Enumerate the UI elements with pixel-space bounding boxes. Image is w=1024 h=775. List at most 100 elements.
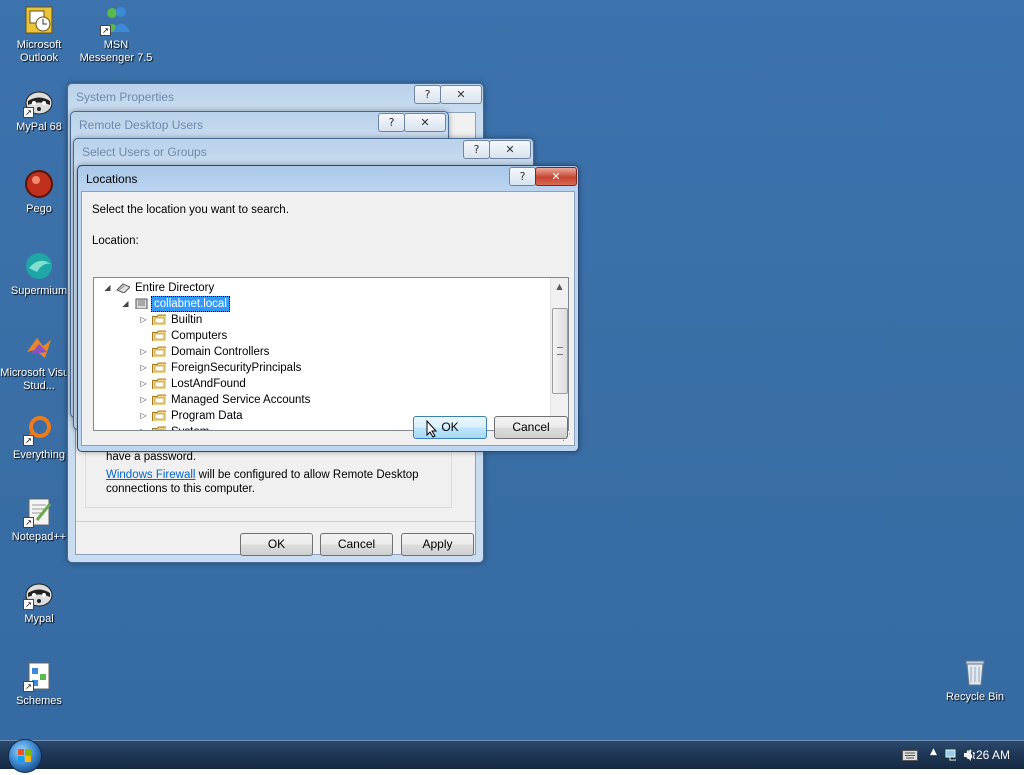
- desktop-icon-msn-messenger[interactable]: ↗ MSN Messenger 7.5: [77, 4, 155, 65]
- shortcut-arrow-icon: ↗: [100, 25, 111, 36]
- shortcut-arrow-icon: ↗: [23, 681, 34, 692]
- windows-firewall-link[interactable]: Windows Firewall: [106, 469, 195, 481]
- domain-icon: [135, 298, 148, 309]
- desktop-icon-outlook[interactable]: Microsoft Outlook: [0, 4, 78, 65]
- locations-titlebar[interactable]: Locations ? ✕: [78, 166, 578, 192]
- folder-icon: [152, 378, 166, 389]
- mypal-icon: ↗: [23, 86, 55, 118]
- tree-item-label: LostAndFound: [171, 378, 246, 390]
- collapse-arrow-icon[interactable]: ◢: [103, 280, 112, 296]
- notepad-plus-plus-icon: ↗: [23, 496, 55, 528]
- clock[interactable]: 5:26 AM: [966, 748, 1010, 762]
- tree-item[interactable]: Computers: [94, 328, 549, 344]
- pego-icon: [23, 168, 55, 200]
- system-properties-titlebar[interactable]: System Properties ? ✕: [68, 84, 483, 110]
- tree-item-label: Entire Directory: [135, 282, 215, 294]
- tree-item-label: Builtin: [171, 314, 203, 326]
- folder-icon: [152, 362, 166, 373]
- expand-arrow-icon[interactable]: ▷: [139, 424, 148, 430]
- system-properties-cancel-button[interactable]: Cancel: [320, 533, 393, 556]
- supermium-icon: [23, 250, 55, 282]
- windows-logo-icon: [18, 749, 31, 762]
- shortcut-arrow-icon: ↗: [23, 107, 34, 118]
- expand-arrow-icon[interactable]: ▷: [139, 376, 148, 392]
- locations-client: Select the location you want to search. …: [81, 191, 575, 446]
- grip-icon: [557, 347, 563, 355]
- window-title: Locations: [86, 172, 138, 186]
- tree-item-label: Managed Service Accounts: [171, 394, 311, 406]
- window-title: Select Users or Groups: [82, 145, 207, 159]
- remote-desktop-users-titlebar[interactable]: Remote Desktop Users ? ✕: [71, 112, 448, 138]
- expand-arrow-icon[interactable]: ▷: [139, 360, 148, 376]
- folder-icon: [152, 410, 166, 421]
- window-title: Remote Desktop Users: [79, 118, 204, 132]
- everything-icon: ↗: [23, 414, 55, 446]
- location-tree[interactable]: ◢ Entire Directory ◢ collabnet.local ▷ Builti…: [93, 277, 569, 431]
- tree-item[interactable]: ▷ LostAndFound: [94, 376, 549, 392]
- collapse-arrow-icon[interactable]: ◢: [121, 296, 130, 312]
- expand-arrow-icon[interactable]: ▷: [139, 344, 148, 360]
- show-hidden-icons-chevron[interactable]: ▲: [930, 747, 937, 757]
- folder-icon: [152, 426, 166, 430]
- shortcut-arrow-icon: ↗: [23, 599, 34, 610]
- help-button[interactable]: ?: [414, 85, 441, 104]
- notification-area: ▲ 5:26 AM: [874, 741, 1024, 769]
- close-button[interactable]: ✕: [535, 167, 577, 186]
- tree-vertical-scrollbar[interactable]: ▲ ▼: [550, 278, 568, 430]
- close-button[interactable]: ✕: [440, 85, 482, 104]
- desktop: Microsoft Outlook ↗ MSN Messenger 7.5 ↗ …: [0, 0, 1024, 740]
- locations-cancel-button[interactable]: Cancel: [494, 416, 568, 439]
- help-button[interactable]: ?: [378, 113, 405, 132]
- instruction-text: Select the location you want to search.: [92, 204, 289, 216]
- tree-item[interactable]: ▷ Builtin: [94, 312, 549, 328]
- help-button[interactable]: ?: [463, 140, 490, 159]
- location-label: Location:: [92, 235, 139, 247]
- shortcut-arrow-icon: ↗: [23, 435, 34, 446]
- outlook-icon: [23, 4, 55, 36]
- scroll-thumb[interactable]: [552, 308, 568, 394]
- directory-icon: [116, 283, 130, 293]
- network-icon[interactable]: [944, 747, 960, 763]
- close-button[interactable]: ✕: [489, 140, 531, 159]
- password-note: have a password.: [106, 451, 197, 463]
- scroll-up-arrow-icon[interactable]: ▲: [551, 278, 568, 295]
- msn-messenger-icon: ↗: [100, 4, 132, 36]
- mouse-cursor-icon: [426, 420, 438, 438]
- expand-arrow-icon[interactable]: ▷: [139, 392, 148, 408]
- close-button[interactable]: ✕: [404, 113, 446, 132]
- keyboard-icon[interactable]: [902, 750, 918, 761]
- tree-item-label: Program Data: [171, 410, 243, 422]
- folder-icon: [152, 346, 166, 357]
- tree-item-label: ForeignSecurityPrincipals: [171, 362, 302, 374]
- shortcut-arrow-icon: ↗: [23, 517, 34, 528]
- tree-item[interactable]: ▷ ForeignSecurityPrincipals: [94, 360, 549, 376]
- tree-item[interactable]: ◢ Entire Directory: [94, 280, 549, 296]
- tree-item[interactable]: ▷ Managed Service Accounts: [94, 392, 549, 408]
- mypal-icon: ↗: [23, 578, 55, 610]
- folder-icon: [152, 394, 166, 405]
- tree-item[interactable]: ▷ Domain Controllers: [94, 344, 549, 360]
- desktop-icon-mypal[interactable]: ↗ Mypal: [0, 578, 78, 626]
- select-users-titlebar[interactable]: Select Users or Groups ? ✕: [74, 139, 533, 165]
- folder-icon: [152, 330, 166, 341]
- firewall-note: Windows Firewall will be configured to a…: [106, 469, 419, 495]
- tree-item[interactable]: ◢ collabnet.local: [94, 296, 549, 312]
- resize-grip-icon[interactable]: ⋰: [562, 433, 572, 443]
- window-title: System Properties: [76, 90, 175, 104]
- desktop-icon-recycle-bin[interactable]: Recycle Bin: [936, 656, 1014, 704]
- taskbar: ▲ 5:26 AM: [0, 739, 1024, 773]
- tree-item-label: Computers: [171, 330, 228, 342]
- locations-dialog: Locations ? ✕ Select the location you wa…: [77, 165, 579, 452]
- locations-ok-button[interactable]: OK: [413, 416, 487, 439]
- expand-arrow-icon[interactable]: ▷: [139, 312, 148, 328]
- recycle-bin-icon: [959, 656, 991, 688]
- system-properties-ok-button[interactable]: OK: [240, 533, 313, 556]
- help-button[interactable]: ?: [509, 167, 536, 186]
- desktop-icon-schemes[interactable]: ↗ Schemes: [0, 660, 78, 708]
- system-properties-apply-button[interactable]: Apply: [401, 533, 474, 556]
- tree-item-label: collabnet.local: [151, 296, 230, 312]
- expand-arrow-icon[interactable]: ▷: [139, 408, 148, 424]
- folder-icon: [152, 314, 166, 325]
- tree-item-label: Domain Controllers: [171, 346, 270, 358]
- tree-item-label: System: [169, 424, 211, 430]
